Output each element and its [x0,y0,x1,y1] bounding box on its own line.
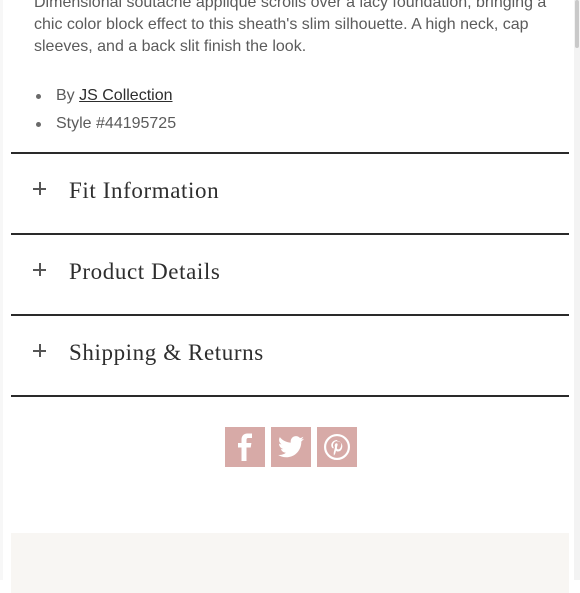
brand-item: By JS Collection [34,84,176,112]
twitter-icon [278,436,304,458]
product-accordion: Fit Information Product Details Shipping… [11,152,569,397]
accordion-title: Fit Information [69,178,220,203]
bullet-icon [36,122,41,127]
twitter-share-button[interactable] [271,427,311,467]
scrollbar-track[interactable] [574,0,580,580]
scrollbar-thumb[interactable] [575,0,579,48]
left-edge [0,0,3,580]
accordion-title: Shipping & Returns [69,340,264,365]
brand-link[interactable]: JS Collection [79,87,172,104]
pinterest-icon [324,434,350,460]
accordion-product-details[interactable]: Product Details [11,233,569,314]
facebook-icon [238,433,252,461]
accordion-title: Product Details [69,259,221,284]
product-meta-list: By JS Collection Style #44195725 [34,84,176,140]
bullet-icon [36,94,41,99]
brand-prefix: By [56,87,80,104]
social-share [225,427,357,467]
accordion-shipping-returns[interactable]: Shipping & Returns [11,314,569,397]
plus-icon [33,263,47,277]
accordion-fit-information[interactable]: Fit Information [11,152,569,233]
pinterest-share-button[interactable] [317,427,357,467]
plus-icon [33,182,47,196]
plus-icon [33,344,47,358]
product-description: Dimensional soutache applique scrolls ov… [34,0,547,55]
footer-panel [11,533,569,593]
style-item: Style #44195725 [34,112,176,140]
facebook-share-button[interactable] [225,427,265,467]
style-number: Style #44195725 [56,115,177,132]
